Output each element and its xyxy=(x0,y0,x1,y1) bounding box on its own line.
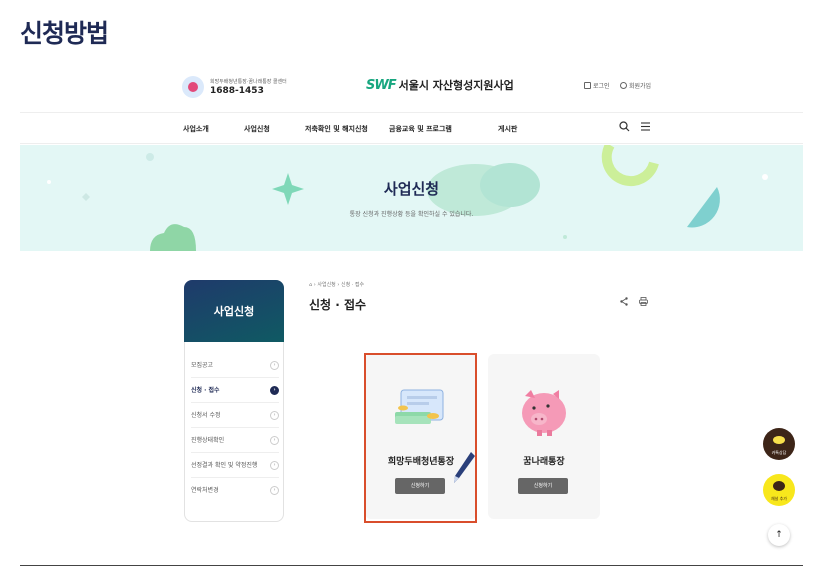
chevron-right-icon: › xyxy=(270,436,279,445)
page-heading: 신청방법 xyxy=(20,19,109,48)
chevron-right-icon: › xyxy=(270,386,279,395)
login-link[interactable]: 로그인 xyxy=(584,81,610,90)
breadcrumb-item[interactable]: 사업신청 xyxy=(317,282,335,288)
sidebar-item-label: 연락처변경 xyxy=(191,487,219,494)
page-tools xyxy=(620,297,656,309)
nav-item-about[interactable]: 사업소개 xyxy=(183,124,209,134)
chevron-right-icon: › xyxy=(270,411,279,420)
kakao-talk-button[interactable]: 카톡상담 xyxy=(763,428,795,460)
nav-item-board[interactable]: 게시판 xyxy=(498,124,517,134)
top-bar: 희망두배청년통장·꿈나래통장 콜센터 1688-1453 SWF 서울시 자산형… xyxy=(20,64,803,112)
breadcrumb-item[interactable]: 신청 · 접수 xyxy=(341,282,364,288)
sidebar: 사업신청 모집공고 › 신청 · 접수 › 신청서 수정 › 진행상태확인 › 선정결과… xyxy=(184,280,284,522)
sidebar-item-result[interactable]: 선정결과 확인 및 약정진행 › xyxy=(191,453,279,478)
sidebar-header: 사업신청 xyxy=(184,280,284,342)
chevron-right-icon: › xyxy=(270,361,279,370)
sidebar-item-label: 진행상태확인 xyxy=(191,437,225,444)
main-nav: 사업소개 사업신청 저축확인 및 해지신청 금융교육 및 프로그램 게시판 xyxy=(20,112,803,144)
talk-bubble-icon xyxy=(773,436,785,444)
site-logo[interactable]: SWF 서울시 자산형성지원사업 xyxy=(366,77,514,93)
footer-divider xyxy=(20,565,803,566)
kakao-talk-label: 카톡상담 xyxy=(771,450,787,455)
chevron-right-icon: › xyxy=(270,486,279,495)
sidebar-title: 사업신청 xyxy=(213,305,255,318)
phone-icon xyxy=(182,76,204,98)
signup-link[interactable]: 회원가입 xyxy=(620,81,651,90)
signup-label: 회원가입 xyxy=(629,83,652,90)
sidebar-item-status[interactable]: 진행상태확인 › xyxy=(191,428,279,453)
call-center-label: 희망두배청년통장·꿈나래통장 콜센터 xyxy=(210,79,287,85)
search-icon[interactable] xyxy=(619,121,630,135)
sidebar-item-label: 모집공고 xyxy=(191,362,214,369)
card-dream-account[interactable]: 꿈나래통장 신청하기 xyxy=(488,354,600,519)
logo-mark: SWF xyxy=(366,77,397,93)
nav-item-education[interactable]: 금융교육 및 프로그램 xyxy=(389,124,452,134)
menu-icon[interactable] xyxy=(640,121,651,135)
sidebar-item-label: 신청 · 접수 xyxy=(191,387,220,394)
arrow-up-icon: ↑ xyxy=(775,530,783,540)
person-icon xyxy=(620,82,627,89)
website-screenshot: 희망두배청년통장·꿈나래통장 콜센터 1688-1453 SWF 서울시 자산형… xyxy=(20,64,803,571)
banner-title: 사업신청 xyxy=(383,180,440,198)
apply-button[interactable]: 신청하기 xyxy=(518,478,568,494)
kakao-channel-button[interactable]: 채널 추가 xyxy=(763,474,795,506)
logo-text: 서울시 자산형성지원사업 xyxy=(398,79,514,92)
sidebar-item-label: 신청서 수정 xyxy=(191,412,221,419)
call-center: 희망두배청년통장·꿈나래통장 콜센터 1688-1453 xyxy=(182,76,287,98)
sidebar-item-edit[interactable]: 신청서 수정 › xyxy=(191,403,279,428)
selection-highlight xyxy=(364,353,477,523)
sidebar-item-contact[interactable]: 연락처변경 › xyxy=(191,478,279,503)
sidebar-item-apply[interactable]: 신청 · 접수 › xyxy=(191,378,279,403)
home-icon[interactable]: ⌂ xyxy=(309,282,312,288)
chevron-right-icon: › xyxy=(270,461,279,470)
breadcrumb: ⌂ › 사업신청 › 신청 · 접수 xyxy=(309,282,365,288)
channel-icon xyxy=(773,481,785,491)
card-label: 꿈나래통장 xyxy=(523,457,565,467)
sidebar-list: 모집공고 › 신청 · 접수 › 신청서 수정 › 진행상태확인 › 선정결과 확인 및… xyxy=(191,353,279,503)
login-label: 로그인 xyxy=(593,83,610,90)
sidebar-item-notice[interactable]: 모집공고 › xyxy=(191,353,279,378)
hero-banner: 사업신청 통장 신청과 진행상황 등을 확인하실 수 있습니다. xyxy=(20,145,803,251)
login-icon xyxy=(584,82,591,89)
sidebar-item-label: 선정결과 확인 및 약정진행 xyxy=(191,462,258,469)
page-title: 신청 · 접수 xyxy=(309,298,367,312)
scroll-top-button[interactable]: ↑ xyxy=(768,524,790,546)
piggy-bank-icon xyxy=(522,390,566,436)
call-center-number: 1688-1453 xyxy=(210,86,264,96)
kakao-channel-label: 채널 추가 xyxy=(771,496,787,501)
share-icon[interactable] xyxy=(620,297,631,309)
nav-item-savings[interactable]: 저축확인 및 해지신청 xyxy=(305,124,368,134)
banner-subtitle: 통장 신청과 진행상황 등을 확인하실 수 있습니다. xyxy=(349,211,474,218)
nav-item-apply[interactable]: 사업신청 xyxy=(244,124,270,134)
print-icon[interactable] xyxy=(638,297,648,309)
